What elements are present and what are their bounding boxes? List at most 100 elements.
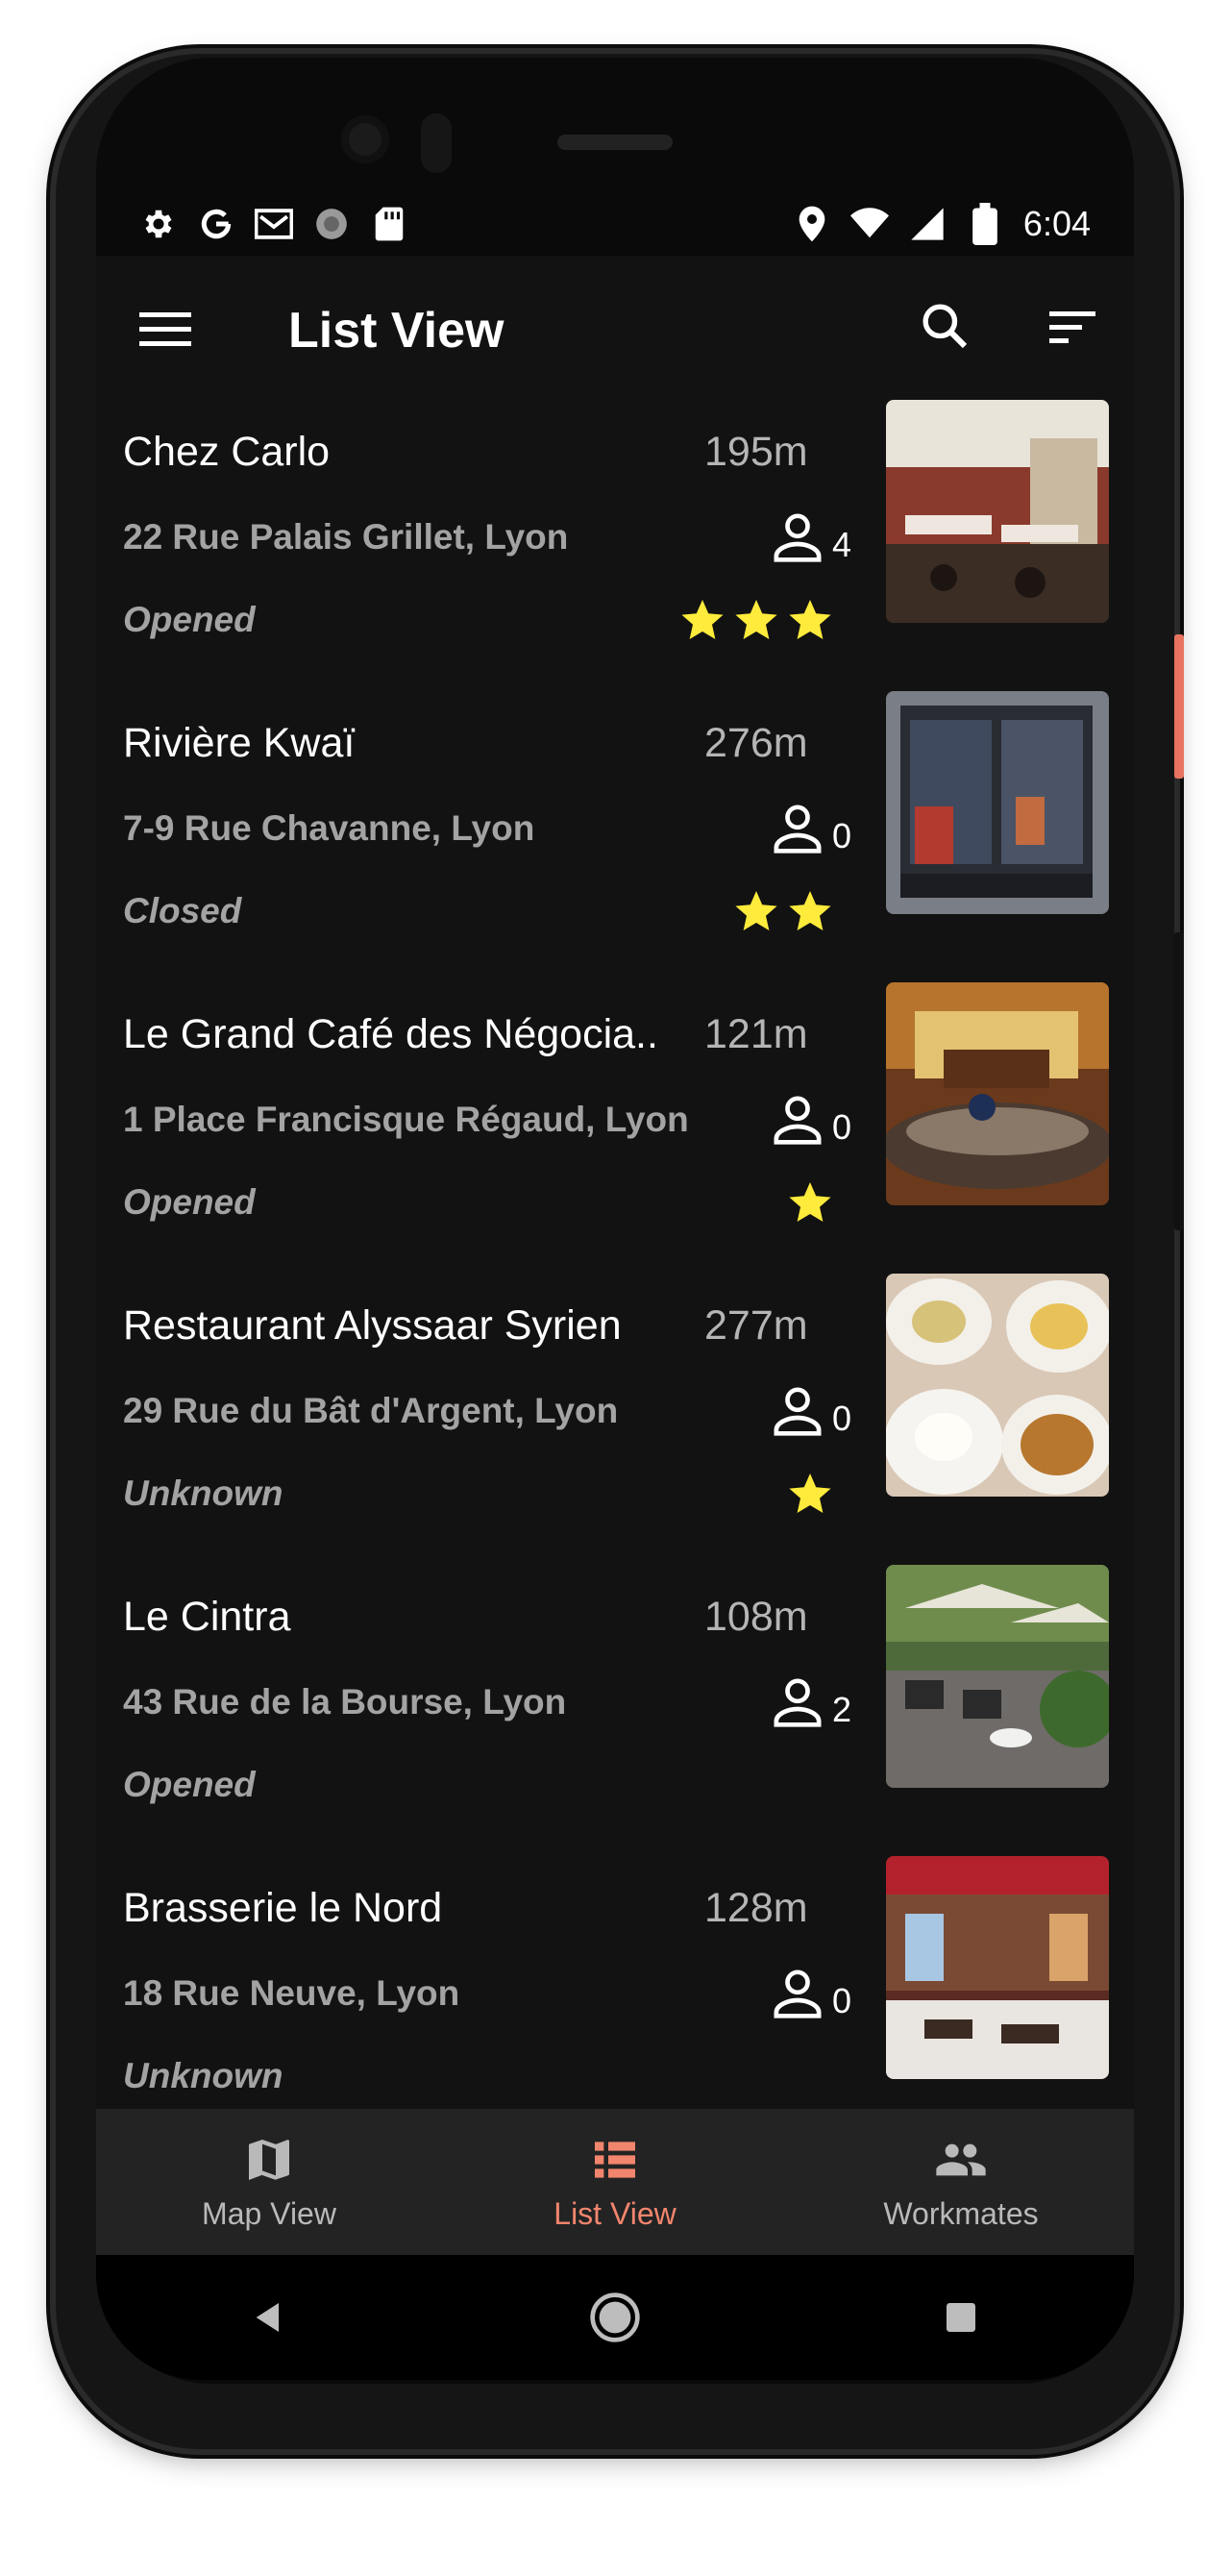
nav-list-view-label: List View — [554, 2195, 676, 2231]
restaurant-address: 22 Rue Palais Grillet, Lyon — [123, 517, 569, 557]
restaurant-status: Opened — [123, 600, 256, 639]
star-icon — [789, 1182, 831, 1222]
recents-button[interactable] — [927, 2284, 995, 2351]
restaurant-distance: 108m — [704, 1594, 808, 1640]
list-item[interactable]: Rivière Kwaï 276m 7-9 Rue Chavanne, Lyon… — [96, 691, 1134, 1011]
person-icon — [774, 805, 822, 854]
restaurant-address: 43 Rue de la Bourse, Lyon — [123, 1682, 567, 1721]
bottom-navigation: Map View List View Workmates — [96, 2109, 1134, 2255]
restaurant-address: 29 Rue du Bât d'Argent, Lyon — [123, 1391, 619, 1430]
workmates-number: 0 — [832, 1107, 852, 1147]
app-screen: List View Chez Carlo 195m 22 Rue Palais … — [96, 256, 1134, 2255]
location-icon — [793, 205, 831, 243]
nav-list-view[interactable]: List View — [442, 2109, 788, 2255]
proximity-sensor — [421, 113, 452, 173]
restaurant-status: Opened — [123, 1182, 256, 1222]
restaurant-photo — [886, 1565, 1109, 1788]
workmates-count: 0 — [771, 1384, 851, 1438]
page-title: List View — [288, 303, 504, 359]
restaurant-name: Le Cintra — [123, 1594, 291, 1640]
recents-icon — [947, 2303, 975, 2332]
restaurant-status: Opened — [123, 1765, 256, 1804]
person-icon — [774, 1969, 822, 2019]
back-icon — [256, 2303, 279, 2332]
restaurant-status: Unknown — [123, 1474, 283, 1513]
star-icon — [789, 1474, 831, 1513]
workmates-number: 0 — [832, 1981, 852, 2020]
home-button[interactable] — [581, 2284, 649, 2351]
nav-workmates-label: Workmates — [883, 2195, 1039, 2231]
map-icon — [249, 2139, 289, 2180]
rating-stars — [679, 597, 833, 643]
restaurant-name: Rivière Kwaï — [123, 720, 356, 766]
restaurant-name: Brasserie le Nord — [123, 1885, 443, 1931]
system-navigation-bar — [96, 2255, 1134, 2380]
earpiece-speaker — [557, 135, 673, 150]
restaurant-distance: 276m — [704, 720, 808, 766]
restaurant-photo — [886, 400, 1109, 623]
search-icon[interactable] — [918, 299, 975, 357]
restaurant-distance: 195m — [704, 429, 808, 475]
list-item[interactable]: Restaurant Alyssaar Syrien 277m 29 Rue d… — [96, 1274, 1134, 1594]
restaurant-name: Le Grand Café des Négocia.. — [123, 1011, 658, 1057]
status-bar: 6:04 — [96, 192, 1134, 256]
restaurant-address: 1 Place Francisque Régaud, Lyon — [123, 1100, 689, 1139]
star-icon — [735, 600, 777, 639]
nav-map-view[interactable]: Map View — [96, 2109, 442, 2255]
person-icon — [774, 1678, 822, 1727]
menu-icon[interactable] — [139, 309, 193, 357]
restaurant-status: Closed — [123, 891, 242, 930]
restaurant-status: Unknown — [123, 2056, 283, 2095]
restaurant-photo — [886, 982, 1109, 1205]
sd-card-icon — [370, 205, 408, 243]
side-button[interactable] — [1174, 634, 1184, 779]
clock: 6:04 — [1022, 204, 1091, 243]
nav-map-view-label: Map View — [202, 2195, 336, 2231]
app-bar: List View — [96, 256, 1134, 409]
person-icon — [774, 1387, 822, 1436]
workmates-number: 0 — [832, 1399, 852, 1438]
star-icon — [789, 891, 831, 930]
volume-button[interactable] — [1174, 932, 1184, 1230]
people-icon — [936, 2143, 986, 2175]
list-item[interactable]: Le Grand Café des Négocia.. 121m 1 Place… — [96, 982, 1134, 1302]
battery-icon — [966, 203, 1004, 245]
restaurant-distance: 277m — [704, 1302, 808, 1349]
star-icon — [681, 600, 724, 639]
sync-icon — [312, 205, 351, 243]
workmates-number: 0 — [832, 816, 852, 855]
restaurant-distance: 128m — [704, 1885, 808, 1931]
nav-workmates[interactable]: Workmates — [788, 2109, 1134, 2255]
person-icon — [774, 1096, 822, 1145]
workmates-count: 0 — [771, 1093, 851, 1147]
workmates-count: 2 — [771, 1675, 851, 1729]
workmates-count: 0 — [771, 1967, 851, 2020]
list-item[interactable]: Le Cintra 108m 43 Rue de la Bourse, Lyon… — [96, 1565, 1134, 1885]
rating-stars — [733, 888, 833, 934]
restaurant-distance: 121m — [704, 1011, 808, 1057]
restaurant-photo — [886, 1856, 1109, 2079]
restaurant-photo — [886, 691, 1109, 914]
list-item[interactable]: Chez Carlo 195m 22 Rue Palais Grillet, L… — [96, 400, 1134, 720]
wifi-icon — [849, 205, 889, 243]
workmates-count: 4 — [771, 510, 851, 564]
workmates-number: 4 — [832, 525, 852, 564]
gmail-icon — [255, 205, 293, 243]
restaurant-name: Chez Carlo — [123, 429, 331, 475]
rating-stars — [787, 1471, 833, 1517]
sort-icon[interactable] — [1046, 304, 1103, 361]
star-icon — [789, 600, 831, 639]
rating-stars — [787, 1179, 833, 1226]
signal-icon — [908, 205, 947, 243]
restaurant-address: 18 Rue Neuve, Lyon — [123, 1973, 460, 2013]
restaurant-photo — [886, 1274, 1109, 1497]
google-icon — [197, 205, 235, 243]
restaurant-address: 7-9 Rue Chavanne, Lyon — [123, 808, 535, 848]
home-icon — [590, 2292, 640, 2342]
back-button[interactable] — [235, 2284, 303, 2351]
restaurant-list[interactable]: Chez Carlo 195m 22 Rue Palais Grillet, L… — [96, 400, 1134, 2176]
person-icon — [774, 513, 822, 562]
settings-icon — [139, 205, 178, 243]
front-camera — [341, 115, 389, 163]
workmates-count: 0 — [771, 802, 851, 855]
